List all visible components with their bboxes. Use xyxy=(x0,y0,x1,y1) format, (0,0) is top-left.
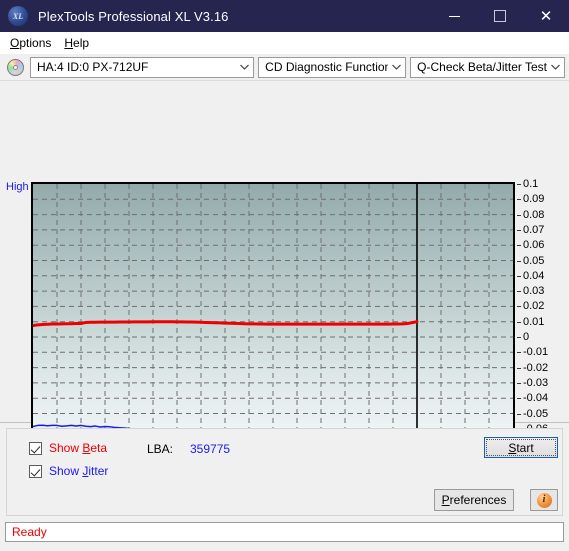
y-axis-tick-label: 0.07 xyxy=(523,223,545,236)
y-axis-high-label: High xyxy=(6,181,29,193)
chevron-down-glyph xyxy=(392,64,402,70)
start-button[interactable]: Start xyxy=(484,437,558,458)
y-axis-tick-label: -0.03 xyxy=(523,376,549,389)
y-axis-tick xyxy=(517,260,521,262)
y-axis-tick xyxy=(517,291,521,293)
chevron-down-glyph xyxy=(551,64,560,70)
y-axis-tick xyxy=(517,275,521,277)
drive-select-value: HA:4 ID:0 PX-712UF xyxy=(37,60,149,74)
y-axis-tick xyxy=(517,367,521,369)
menu-help-rest: elp xyxy=(73,35,90,50)
menu-item-help[interactable]: Help xyxy=(59,34,97,52)
show-beta-checkbox-row[interactable]: Show Beta xyxy=(29,441,107,455)
close-icon: ✕ xyxy=(539,8,553,25)
info-icon: i xyxy=(536,492,552,508)
preferences-button-label: Preferences xyxy=(441,493,507,507)
y-axis-tick-label: -0.01 xyxy=(523,346,549,359)
y-axis-tick xyxy=(517,413,521,415)
test-select[interactable]: Q-Check Beta/Jitter Test xyxy=(410,56,565,78)
info-button[interactable]: i xyxy=(530,489,558,511)
lba-value: 359775 xyxy=(190,442,231,456)
y-axis-tick xyxy=(517,398,521,400)
y-axis-tick xyxy=(517,245,521,247)
menu-options-rest: ptions xyxy=(19,35,52,50)
preferences-button[interactable]: Preferences xyxy=(434,489,514,511)
y-axis-tick-label: 0.01 xyxy=(523,315,545,328)
preferences-accel: P xyxy=(441,493,450,507)
test-select-value: Q-Check Beta/Jitter Test xyxy=(417,60,547,74)
y-axis-tick xyxy=(517,184,521,185)
menu-item-options[interactable]: Options xyxy=(5,34,59,52)
show-jitter-accel: J xyxy=(82,464,89,478)
y-axis-tick-label: 0.04 xyxy=(523,269,545,282)
y-axis-tick-label: -0.04 xyxy=(523,392,549,405)
start-button-label: Start xyxy=(508,440,534,455)
minimize-icon xyxy=(448,15,460,17)
lba-label: LBA: xyxy=(147,442,174,456)
y-axis-tick-label: 0.06 xyxy=(523,239,545,252)
statusbar: Ready xyxy=(5,522,564,542)
show-jitter-checkbox[interactable] xyxy=(29,464,42,478)
maximize-button[interactable] xyxy=(477,0,523,32)
chevron-down-icon xyxy=(388,64,405,70)
drive-select[interactable]: HA:4 ID:0 PX-712UF xyxy=(30,56,255,78)
function-select-value: CD Diagnostic Functions xyxy=(265,60,389,74)
chevron-down-glyph xyxy=(240,64,250,70)
y-axis-tick xyxy=(517,337,521,338)
y-axis-tick-label: 0.03 xyxy=(523,285,545,298)
y-axis-tick-label: 0.05 xyxy=(523,254,545,267)
close-button[interactable]: ✕ xyxy=(523,0,569,32)
y-axis-tick xyxy=(517,214,521,216)
window-title: PlexTools Professional XL V3.16 xyxy=(38,8,229,24)
chevron-down-icon xyxy=(236,64,253,70)
y-axis-tick-label: 0.02 xyxy=(523,300,545,313)
status-text: Ready xyxy=(12,525,47,539)
y-axis-tick xyxy=(517,352,521,354)
plextools-window: XL PlexTools Professional XL V3.16 ✕ Opt… xyxy=(0,0,569,551)
minimize-button[interactable] xyxy=(431,0,477,32)
menubar: Options Help xyxy=(0,32,569,54)
start-accel: S xyxy=(508,440,517,455)
y-axis-tick xyxy=(517,229,521,231)
titlebar: XL PlexTools Professional XL V3.16 ✕ xyxy=(0,0,569,32)
xl-disc-icon: XL xyxy=(8,6,28,26)
menu-help-accel: H xyxy=(64,35,74,50)
y-axis-tick-label: 0.08 xyxy=(523,208,545,221)
y-axis-tick-label: -0.05 xyxy=(523,407,549,420)
show-jitter-checkbox-row[interactable]: Show Jitter xyxy=(29,464,108,478)
show-beta-accel: B xyxy=(82,441,91,455)
app-icon-text: XL xyxy=(12,11,24,21)
controls-panel: Show Beta Show Jitter LBA: 359775 Start … xyxy=(6,428,563,516)
y-axis-tick xyxy=(517,321,521,323)
maximize-icon xyxy=(494,10,506,22)
chart-panel: High Low 0.10.090.080.070.060.050.040.03… xyxy=(0,81,569,511)
y-axis-tick xyxy=(517,306,521,308)
disc-drive-icon xyxy=(7,58,24,76)
show-beta-checkbox[interactable] xyxy=(29,441,42,455)
y-axis-tick-label: 0 xyxy=(523,331,530,343)
chevron-down-icon xyxy=(547,64,564,70)
y-axis-tick-label: -0.02 xyxy=(523,361,549,374)
show-beta-label: Show Beta xyxy=(49,441,108,455)
function-select[interactable]: CD Diagnostic Functions xyxy=(258,56,407,78)
y-axis-tick-label: 0.1 xyxy=(523,178,539,190)
menu-options-accel: O xyxy=(10,35,20,50)
y-axis-tick xyxy=(517,382,521,384)
y-axis-tick xyxy=(517,199,521,201)
y-axis-tick-label: 0.09 xyxy=(523,193,545,206)
show-jitter-label: Show Jitter xyxy=(49,464,109,478)
window-controls: ✕ xyxy=(431,0,569,32)
toolbar: HA:4 ID:0 PX-712UF CD Diagnostic Functio… xyxy=(0,54,569,81)
